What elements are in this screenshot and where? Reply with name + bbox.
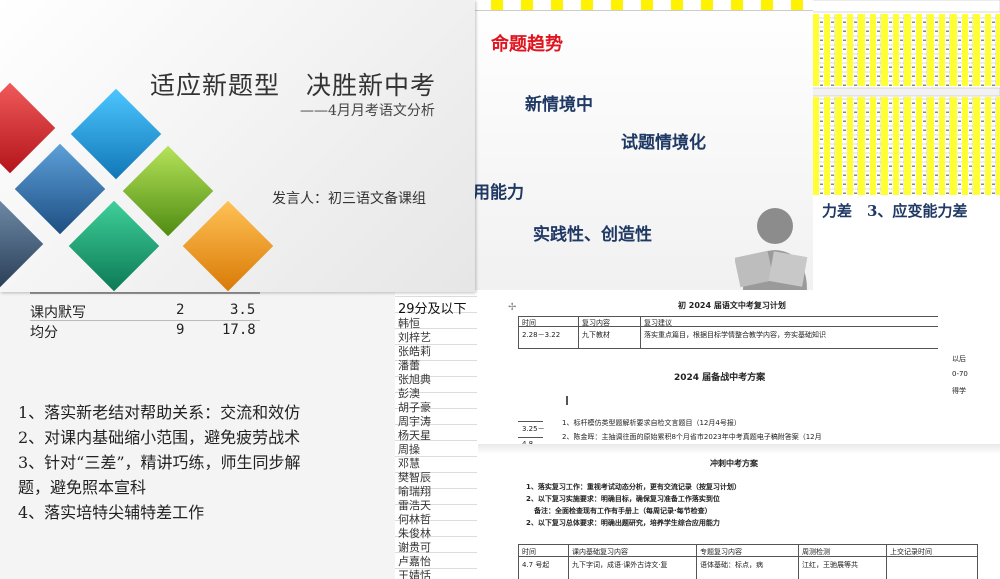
side-note: 得学 [952,387,966,395]
col-header: 上交记录时间 [890,548,932,556]
cell-time: 4.7 号起 [522,561,550,569]
measure-item: 题，避免照本宣科 [18,478,147,497]
title-slide[interactable]: 适应新题型 决胜新中考 ——4月月考语文分析 发言人：初三语文备课组 [0,0,475,292]
table-divider [30,320,260,321]
row-value: 17.8 [222,322,256,338]
table-line [518,421,543,422]
table-fragment [30,292,260,294]
trend-item: 新情境中 [525,95,593,115]
row-label: 均分 [30,325,58,341]
table-line [518,544,519,579]
side-note: 0-70 [952,370,968,378]
table-strip [473,0,813,11]
row-value: 2 [176,302,185,318]
cell-content: 九下字词，成语·课外古诗文·复 [572,561,668,569]
slate-diamond-shape [0,198,44,290]
table-line [568,544,569,579]
trend-item: 用能力 [473,183,524,203]
score-spreadsheet[interactable]: 力差 3、应变能力差 [812,0,1000,290]
low-score-names-sheet[interactable]: 29分及以下 韩恒 刘梓艺 张皓莉 潘蕾 张旭典 彭澳 胡子豪 周宇涛 杨天星 周操 邓慧 樊智辰 喻瑞… [395,296,477,579]
table-line [518,316,519,348]
col-time: 时间 [522,319,536,327]
page-separator [478,444,1000,454]
student-name: 王婧恬 [398,569,431,579]
measure-item: 2、对课内基础缩小范围，避免疲劳战术 [18,428,301,447]
measure-item: 4、落实培特尖辅特差工作 [18,503,205,522]
trend-slide[interactable]: 命题趋势 新情境中 试题情境化 用能力 实践性、创造性 [472,0,813,290]
side-note: 以后 [952,355,966,363]
table-line [518,348,938,349]
measure-item: 1、落实新老结对帮助关系：交流和效仿 [18,403,301,422]
plan-title: 2024 届备战中考方案 [674,373,766,383]
navy-diamond-shape [14,143,106,235]
row-value: 9 [176,322,185,338]
table-line [518,437,543,438]
slide-title: 适应新题型 决胜新中考 [150,71,437,100]
table-row: 均分 9 17.8 [30,322,260,341]
col-header: 课内基础复习内容 [572,548,628,556]
row-time: 2.28－3.22 [522,331,561,339]
row-label: 课内默写 [30,305,86,321]
plan-note: 2、陈金晖：主抽调往面的原始累积8个月省市2023年中考真题电子稿附答案（12月 [562,433,822,441]
row-content: 九下教材 [582,331,610,339]
table-row: 课内默写 2 3.5 [30,302,260,321]
spreadsheet-grid [812,0,1000,195]
col-header: 时间 [522,548,536,556]
row-advice: 落实重点篇目，根据目标学情整合教学内容，夯实基础知识 [644,331,826,339]
slide-subtitle: ——4月月考语文分析 [300,103,435,119]
plan-point: 1、落实复习工作：重视考试动态分析，更有交流记录（按复习计划） [526,483,741,491]
plan-point: 2、以下复习总体要求：明确出题研究，培养学生综合应用能力 [526,519,720,527]
table-line [798,544,799,579]
table-line [578,316,579,348]
row-value: 3.5 [230,302,256,318]
plan-note: 1、标杆模仿类型题解析要求自检文言题目（12月4号报） [562,419,741,427]
col-advice: 复习建议 [644,319,672,327]
table-line [518,316,938,317]
sub-heading: 冲刺中考方案 [710,459,758,468]
orange-diamond-shape [182,200,274,292]
reading-person-icon [735,208,808,290]
measure-item: 3、针对“三差”，精讲巧练，师生同步解 [18,453,301,472]
text-cursor [566,396,568,405]
trend-item: 实践性、创造性 [533,225,652,245]
speaker-label: 发言人：初三语文备课组 [272,191,426,207]
col-header: 周测检测 [802,548,830,556]
plan-point: 2、以下复习实施要求：明确目标，确保复习准备工作落实到位 [526,495,720,503]
plan-point: 备注：全面检查现有工作有手册上（每周记录·每节检查） [534,507,712,515]
table-line [518,544,978,545]
cell-test: 江红，王驰展等共 [802,561,858,569]
col-header: 专题复习内容 [700,548,742,556]
table-line [696,544,697,579]
trend-item: 试题情境化 [621,133,706,153]
trend-heading: 命题趋势 [491,34,563,55]
review-plan-document[interactable]: ✢ 初 2024 届语文中考复习计划 时间 复习内容 复习建议 2.28－3.2… [478,294,1000,579]
row-time: 3.25－ [522,425,545,433]
table-line [977,544,978,579]
weakness-text: 力差 3、应变能力差 [822,202,968,220]
cell-topic: 语体基础：标点，病 [700,561,763,569]
measures-slide[interactable]: 课内默写 2 3.5 均分 9 17.8 1、落实新老结对帮助关系：交流和效仿 … [0,292,395,579]
table-line [518,326,938,327]
doc-marker-icon: ✢ [508,302,517,313]
table-line [886,544,887,579]
col-content: 复习内容 [582,319,610,327]
table-line [640,316,641,348]
doc-top-title: 初 2024 届语文中考复习计划 [678,301,786,310]
